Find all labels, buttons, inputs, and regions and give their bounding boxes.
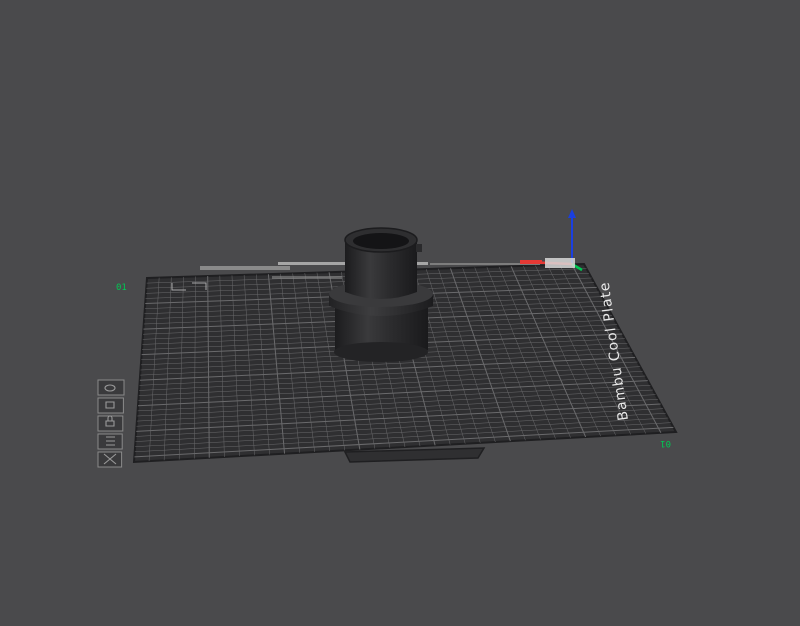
plate-toolbar [97, 379, 125, 468]
plate-number-far: 01 [116, 283, 127, 293]
model-side-tab [416, 244, 422, 252]
plate-toolbar-button[interactable] [97, 451, 123, 468]
scene-canvas[interactable]: Bambu Cool Plate 01 01 [0, 0, 800, 626]
origin-marker [545, 258, 575, 268]
axis-gizmo [520, 209, 583, 272]
z-axis-arrow [568, 209, 576, 218]
model-bore [353, 233, 409, 249]
plate-toolbar-button[interactable] [97, 433, 123, 450]
x-axis-bar [520, 260, 542, 264]
plate-number-near: 01 [660, 438, 671, 448]
plate-toolbar-button[interactable] [97, 379, 125, 396]
model-part[interactable] [329, 227, 433, 362]
plate-toolbar-button[interactable] [97, 397, 124, 414]
plate-toolbar-button[interactable] [97, 415, 124, 432]
3d-viewport[interactable]: Bambu Cool Plate 01 01 [0, 0, 800, 626]
model-bottom-edge [334, 342, 428, 362]
